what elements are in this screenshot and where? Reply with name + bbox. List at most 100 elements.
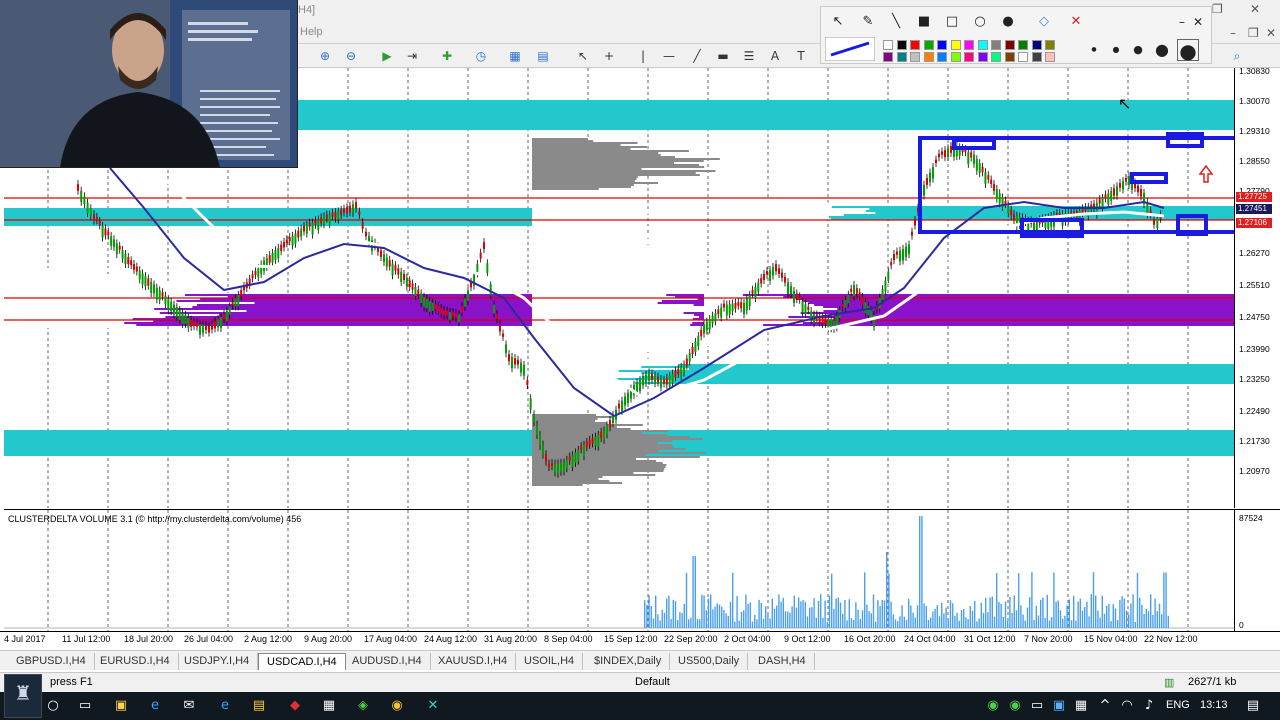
store-icon[interactable]: ▣ [112,697,130,715]
close-icon[interactable]: ✕ [1250,2,1260,16]
ie-icon[interactable]: e [216,697,234,715]
app-cyan-icon[interactable]: ✕ [424,697,442,715]
clear-icon[interactable]: ✕ [1065,11,1087,33]
rect-icon[interactable]: □ [941,11,963,33]
color-swatch[interactable] [896,40,907,50]
color-swatch[interactable] [1031,52,1042,62]
autoscroll-icon[interactable]: ⇥ [403,47,421,65]
text-label-icon[interactable]: T [792,47,810,65]
profiles-icon[interactable]: ▤ [534,47,552,65]
color-swatch[interactable] [1018,40,1028,50]
color-swatch[interactable] [923,40,934,50]
color-swatch[interactable] [883,52,893,62]
menu-help[interactable]: Help [300,26,323,38]
chart-minimize-icon[interactable]: – [1230,26,1236,40]
chart-tab[interactable]: USOIL,H4 [516,653,584,670]
chart-close-icon[interactable]: ✕ [1266,26,1276,40]
indicators-icon[interactable]: ✚ [438,47,456,65]
tray-up-icon[interactable]: ^ [1096,697,1114,715]
ellipse-icon[interactable]: ○ [969,11,991,33]
chart-shift-icon[interactable]: ▶ [378,47,396,65]
color-swatch[interactable] [923,52,934,62]
vertical-line-icon[interactable]: | [634,47,652,65]
up-arrow-icon[interactable] [1198,164,1214,183]
zoom-out-icon[interactable]: ⊖ [342,47,360,65]
color-swatch[interactable] [910,40,920,50]
filled-rect-icon[interactable]: ■ [913,11,935,33]
tray-app-icon[interactable]: ◉ [984,697,1002,715]
tray-app2-icon[interactable]: ◉ [1006,697,1024,715]
filled-ellipse-icon[interactable]: ● [997,11,1019,33]
wifi-icon[interactable]: ◠ [1118,697,1136,715]
explorer-icon[interactable]: ▤ [250,697,268,715]
chart-tab[interactable]: GBPUSD.I,H4 [8,653,95,670]
crosshair-icon[interactable]: + [600,47,618,65]
app-green-icon[interactable]: ◈ [354,697,372,715]
chart-restore-icon[interactable]: ❐ [1248,26,1259,40]
color-swatch[interactable] [896,52,907,62]
brush-size-5[interactable]: ● [1177,39,1199,62]
zoom-in-icon[interactable]: ⊕ [316,47,334,65]
chart-tab[interactable]: DASH,H4 [750,653,815,670]
task-view-icon[interactable]: ▭ [76,697,94,715]
color-swatch[interactable] [1045,40,1055,50]
fibonacci-icon[interactable]: ☰ [740,47,758,65]
search-taskbar-icon[interactable]: ○ [44,697,62,715]
trendline-icon[interactable]: ╱ [688,47,706,65]
chart-tab[interactable]: XAUUSD.I,H4 [430,653,517,670]
current-pen-preview[interactable] [825,37,875,61]
color-swatch[interactable] [977,40,988,50]
brush-size-4[interactable]: ● [1151,39,1173,61]
chart-tab[interactable]: USDCAD.I,H4 [258,653,346,670]
volume-indicator-window[interactable]: CLUSTERDELTA VOLUME 3.1 (© http://my.clu… [4,509,1234,631]
templates-icon[interactable]: ▦ [506,47,524,65]
color-swatch[interactable] [991,40,1001,50]
annotation-rectangle[interactable] [1130,172,1168,184]
notifications-icon[interactable]: ▤ [1244,697,1262,715]
language-indicator[interactable]: ENG [1166,699,1190,711]
edge-icon[interactable]: e [146,697,164,715]
color-swatch[interactable] [883,40,893,50]
color-swatch[interactable] [910,52,920,62]
line-icon[interactable]: ╲ [885,11,907,33]
color-swatch[interactable] [1045,52,1055,62]
horizontal-line-icon[interactable]: — [660,47,678,65]
tray-app3-icon[interactable]: ▭ [1028,697,1046,715]
chart-tab[interactable]: AUDUSD.I,H4 [344,653,431,670]
color-swatch[interactable] [1031,40,1042,50]
terminal-app-icon[interactable]: ▦ [320,697,338,715]
eraser-icon[interactable]: ◇ [1033,11,1055,33]
clock[interactable]: 13:13 [1200,699,1228,711]
chart-tab[interactable]: EURUSD.I,H4 [92,653,179,670]
brush-size-2[interactable]: ● [1105,39,1127,61]
color-swatch[interactable] [1018,52,1028,62]
color-swatch[interactable] [991,52,1001,62]
color-swatch[interactable] [1004,40,1015,50]
arrow-select-icon[interactable]: ↖ [827,11,849,33]
search-icon[interactable]: ⌕ [1228,47,1246,65]
brush-size-1[interactable]: ● [1083,39,1105,61]
color-swatch[interactable] [977,52,988,62]
brush-size-3[interactable]: ● [1127,39,1149,61]
tray-app4-icon[interactable]: ▣ [1050,697,1068,715]
color-swatch[interactable] [950,40,961,50]
volume-icon[interactable]: ♪ [1140,697,1158,715]
chart-tab[interactable]: $INDEX,Daily [586,653,671,670]
chrome-icon[interactable]: ◉ [388,697,406,715]
color-swatch[interactable] [1004,52,1015,62]
color-swatch[interactable] [950,52,961,62]
text-icon[interactable]: A [766,47,784,65]
mail-icon[interactable]: ✉ [180,697,198,715]
chart-tab[interactable]: US500,Daily [670,653,749,670]
restore-icon[interactable]: ❐ [1212,2,1223,16]
app-red-icon[interactable]: ◆ [286,697,304,715]
color-swatch[interactable] [937,40,947,50]
panel-close-icon[interactable]: ✕ [1187,11,1209,33]
periods-icon[interactable]: ◷ [472,47,490,65]
channel-icon[interactable]: ▬ [714,47,732,65]
cursor-icon[interactable]: ↖ [574,47,592,65]
color-swatch[interactable] [937,52,947,62]
color-swatch[interactable] [964,40,974,50]
pen-icon[interactable]: ✎ [857,11,879,33]
tray-app5-icon[interactable]: ▦ [1072,697,1090,715]
